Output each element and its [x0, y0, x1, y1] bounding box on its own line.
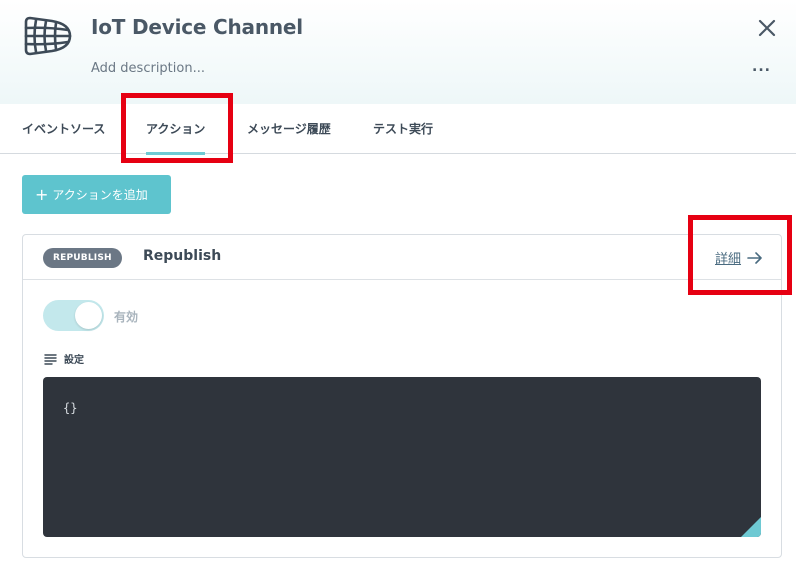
action-type-badge: REPUBLISH	[43, 248, 122, 268]
panel-header: IoT Device Channel Add description... ..…	[0, 0, 796, 104]
action-name: Republish	[143, 248, 222, 264]
add-action-label: アクションを追加	[52, 188, 148, 202]
net-channel-icon	[24, 16, 72, 56]
settings-label: 設定	[64, 355, 84, 366]
tab-message-history[interactable]: メッセージ履歴	[247, 104, 331, 154]
settings-code-text: {}	[63, 401, 78, 415]
toggle-knob	[75, 302, 102, 329]
detail-link[interactable]: 詳細	[715, 248, 763, 267]
tab-bar: イベントソース アクション メッセージ履歴 テスト実行	[0, 104, 796, 155]
resize-handle[interactable]	[741, 517, 761, 537]
close-icon[interactable]	[756, 17, 778, 39]
tab-actions[interactable]: アクション	[146, 104, 206, 155]
more-options-button[interactable]: ...	[752, 59, 771, 75]
detail-link-label: 詳細	[715, 252, 742, 267]
plus-icon: +	[35, 185, 49, 204]
action-card-header: REPUBLISH Republish 詳細	[23, 235, 781, 280]
description-field[interactable]: Add description...	[91, 61, 205, 76]
enabled-toggle[interactable]	[43, 300, 104, 331]
channel-title[interactable]: IoT Device Channel	[91, 15, 303, 39]
arrow-right-icon	[747, 252, 762, 264]
tab-event-source[interactable]: イベントソース	[22, 104, 105, 154]
lines-icon	[44, 354, 57, 365]
settings-code-editor[interactable]: {}	[43, 377, 761, 537]
tab-test-run[interactable]: テスト実行	[373, 104, 433, 154]
enabled-label: 有効	[114, 310, 139, 324]
add-action-button[interactable]: + アクションを追加	[22, 175, 171, 214]
action-card: REPUBLISH Republish 詳細 有効 設定 {}	[22, 234, 782, 558]
